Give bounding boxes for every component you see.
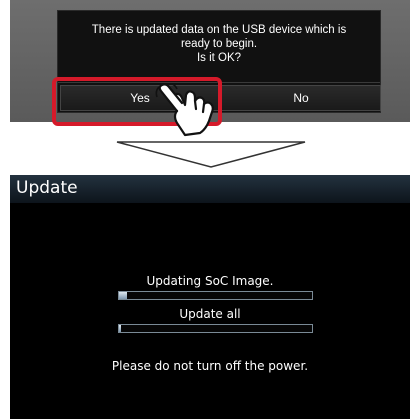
update-all-progress-bar [118,324,313,333]
power-warning-text: Please do not turn off the power. [111,359,309,373]
update-all-progress-fill [119,325,121,332]
soc-progress-fill [119,292,127,299]
soc-progress-bar [118,291,313,300]
hand-pointer-icon [155,83,214,137]
dialog-message-line-1: There is updated data on the USB device … [91,24,347,36]
update-header: Update [10,175,410,203]
update-screen: Update Updating SoC Image. Update all Pl… [10,175,410,419]
dialog-message: There is updated data on the USB device … [58,23,380,65]
page-title: Update [16,178,78,198]
instruction-page: There is updated data on the USB device … [0,0,420,419]
update-all-status-text: Update all [179,307,241,321]
dialog-message-line-2: ready to begin. [180,38,258,50]
soc-status-text: Updating SoC Image. [146,274,274,288]
dialog-message-line-3: Is it OK? [196,52,242,64]
no-button[interactable]: No [221,85,381,111]
arrow-down-icon [116,141,306,168]
